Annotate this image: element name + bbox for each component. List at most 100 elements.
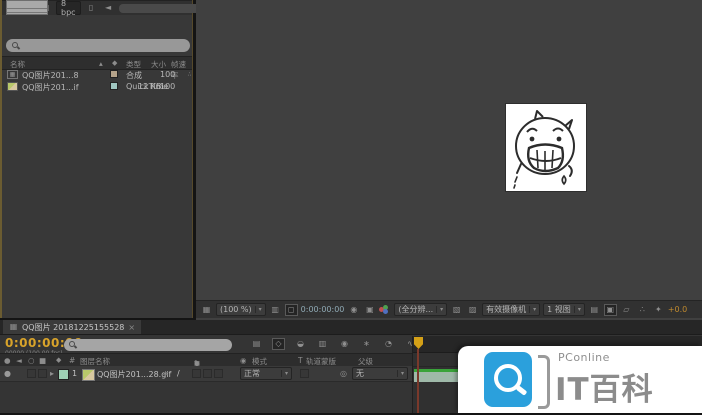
share-view-icon[interactable]: ▤ (588, 304, 601, 316)
composition-image (506, 104, 586, 191)
video-column-icon[interactable]: ● (4, 356, 11, 365)
footage-thumbnail-icon (7, 82, 18, 91)
expand-arrow-icon[interactable]: ▸ (50, 369, 54, 378)
chevron-down-icon: ▾ (397, 370, 404, 377)
chevron-down-icon: ▾ (281, 370, 288, 377)
blur-cell[interactable] (214, 369, 223, 378)
collapse-toggle-icon[interactable]: ∗ (162, 369, 169, 378)
brainstorm-icon[interactable]: ∗ (360, 338, 373, 350)
sort-ascending-icon[interactable]: ▴ (99, 59, 103, 68)
always-preview-icon[interactable]: ▦ (200, 304, 213, 316)
timeline-tab-strip: ▦ QQ图片 20181225155528 × (0, 320, 702, 335)
scroll-left-icon[interactable]: ◄ (102, 2, 115, 14)
project-item-size: 12 KB (138, 82, 161, 91)
pixel-aspect-icon[interactable]: ▣ (604, 304, 617, 316)
project-row-composition[interactable]: ▦ QQ图片201...8 合成 100 ∴ (2, 68, 192, 80)
transparency-grid-icon[interactable]: ▨ (466, 304, 479, 316)
auto-keyframe-icon[interactable]: ◔ (382, 338, 395, 350)
timeline-search-box[interactable] (64, 339, 232, 351)
show-channel-icon[interactable] (379, 305, 391, 315)
snapshot-icon[interactable]: ◉ (347, 304, 360, 316)
viewer-timecode[interactable]: 0:00:00:00 (301, 305, 345, 314)
fast-preview-icon[interactable]: ▱ (620, 304, 633, 316)
index-column-header[interactable]: # (69, 356, 75, 365)
project-row-footage[interactable]: QQ图片201...if QuickTime 12 KB 100 (2, 80, 192, 92)
label-column-icon[interactable]: ◆ (112, 59, 117, 67)
search-icon (12, 42, 20, 50)
lock-cell[interactable] (38, 369, 47, 378)
layer-visibility-icon[interactable]: ● (4, 369, 11, 378)
motion-blur-icon[interactable]: ◉ (338, 338, 351, 350)
bit-depth-button[interactable]: 8 bpc (56, 1, 81, 15)
parent-pickwhip-icon[interactable]: ◎ (340, 369, 347, 378)
quality-toggle[interactable]: / (177, 369, 180, 378)
trkmat-t-header[interactable]: T (298, 356, 303, 365)
magnification-dropdown[interactable]: (100 %) ▾ (216, 303, 266, 316)
exposure-value[interactable]: +0.0 (668, 305, 687, 314)
timeline-tab[interactable]: ▦ QQ图片 20181225155528 × (3, 320, 141, 334)
bracket-graphic (538, 355, 550, 409)
resolution-dropdown[interactable]: (全分辨... ▾ (394, 303, 447, 316)
project-search-input[interactable] (23, 38, 184, 53)
watermark-brand: PConline (558, 351, 610, 364)
composition-viewer-panel: ▦ (100 %) ▾ ▥ ◻ 0:00:00:00 ◉ ▣ (全分辨... ▾… (196, 0, 702, 320)
chevron-down-icon: ▾ (436, 306, 443, 313)
parent-dropdown[interactable]: 无 ▾ (352, 367, 408, 380)
layer-duration-bar[interactable] (414, 372, 460, 382)
search-icon (69, 341, 77, 349)
comp-usage-icon: ∴ (184, 70, 195, 79)
magnifier-handle (516, 385, 528, 396)
character-drawing (506, 104, 586, 191)
project-preview-thumbnail (6, 0, 48, 15)
camera-view-dropdown[interactable]: 有效摄像机 ▾ (482, 303, 540, 316)
current-time-indicator-line (417, 349, 419, 415)
after-effects-window: 名称 ▴ ◆ 类型 大小 帧速率 ▦ QQ图片201...8 合成 100 ∴ … (0, 0, 702, 415)
comp-mini-flowchart-icon[interactable]: ▤ (250, 338, 263, 350)
layer-name[interactable]: QQ图片201...28.gif (97, 369, 171, 380)
layer-row[interactable]: ● ▸ 1 QQ图片201...28.gif ∗ / 正常 ▾ ◎ 无 ▾ (0, 366, 412, 382)
solo-column-icon[interactable]: ○ (28, 356, 35, 365)
viewer-bottom-toolbar: ▦ (100 %) ▾ ▥ ◻ 0:00:00:00 ◉ ▣ (全分辨... ▾… (196, 300, 702, 318)
reset-exposure-icon[interactable]: ✦ (652, 304, 665, 316)
mask-visibility-icon[interactable]: ◻ (285, 304, 298, 316)
solo-cell[interactable] (27, 369, 36, 378)
project-item-framerate: 100 (160, 82, 175, 91)
draft-3d-icon[interactable]: ◇ (272, 338, 285, 350)
render-switch-icon[interactable]: ◉ (240, 356, 247, 365)
composition-icon: ▦ (9, 321, 18, 333)
label-column-icon[interactable]: ◆ (56, 356, 61, 364)
trkmat-cell[interactable] (300, 369, 309, 378)
watermark-title: IT百科 (555, 364, 654, 409)
timeline-search-input[interactable] (80, 338, 227, 352)
close-icon[interactable]: × (128, 323, 135, 332)
project-panel: 名称 ▴ ◆ 类型 大小 帧速率 ▦ QQ图片201...8 合成 100 ∴ … (0, 0, 193, 318)
audio-column-icon[interactable]: ◄ (16, 356, 22, 365)
timeline-tab-label: QQ图片 20181225155528 (22, 322, 124, 333)
blend-mode-dropdown[interactable]: 正常 ▾ (240, 367, 292, 380)
pconline-watermark: PConline IT百科 (458, 346, 702, 413)
project-item-framerate: 100 (160, 70, 175, 79)
region-of-interest-icon[interactable]: ▧ (450, 304, 463, 316)
project-search-box[interactable] (6, 39, 190, 52)
hide-shy-layers-icon[interactable]: ◒ (294, 338, 307, 350)
timeline-toolbar: ▤ ◇ ◒ ▥ ◉ ∗ ◔ ∿ (250, 338, 417, 350)
layer-label-swatch[interactable] (58, 369, 69, 380)
blend-cell[interactable] (203, 369, 212, 378)
label-color-swatch[interactable] (110, 82, 118, 90)
frame-blending-icon[interactable]: ▥ (316, 338, 329, 350)
composition-icon: ▦ (7, 70, 18, 79)
trash-icon[interactable]: ▯ (85, 2, 98, 14)
grid-guides-icon[interactable]: ▥ (269, 304, 282, 316)
project-item-name[interactable]: QQ图片201...if (22, 82, 79, 93)
layer-index: 1 (72, 369, 77, 378)
thumbnail-divider (7, 8, 47, 9)
comp-flowchart-icon[interactable]: ∴ (636, 304, 649, 316)
layer-source-icon (82, 369, 95, 381)
lock-column-icon[interactable]: ■ (39, 356, 46, 365)
label-color-swatch[interactable] (110, 70, 118, 78)
fx-cell[interactable] (192, 369, 201, 378)
chevron-down-icon: ▾ (255, 306, 262, 313)
view-layout-dropdown[interactable]: 1 视图 ▾ (543, 303, 585, 316)
show-snapshot-icon[interactable]: ▣ (363, 304, 376, 316)
thumbnail-divider (7, 12, 47, 13)
